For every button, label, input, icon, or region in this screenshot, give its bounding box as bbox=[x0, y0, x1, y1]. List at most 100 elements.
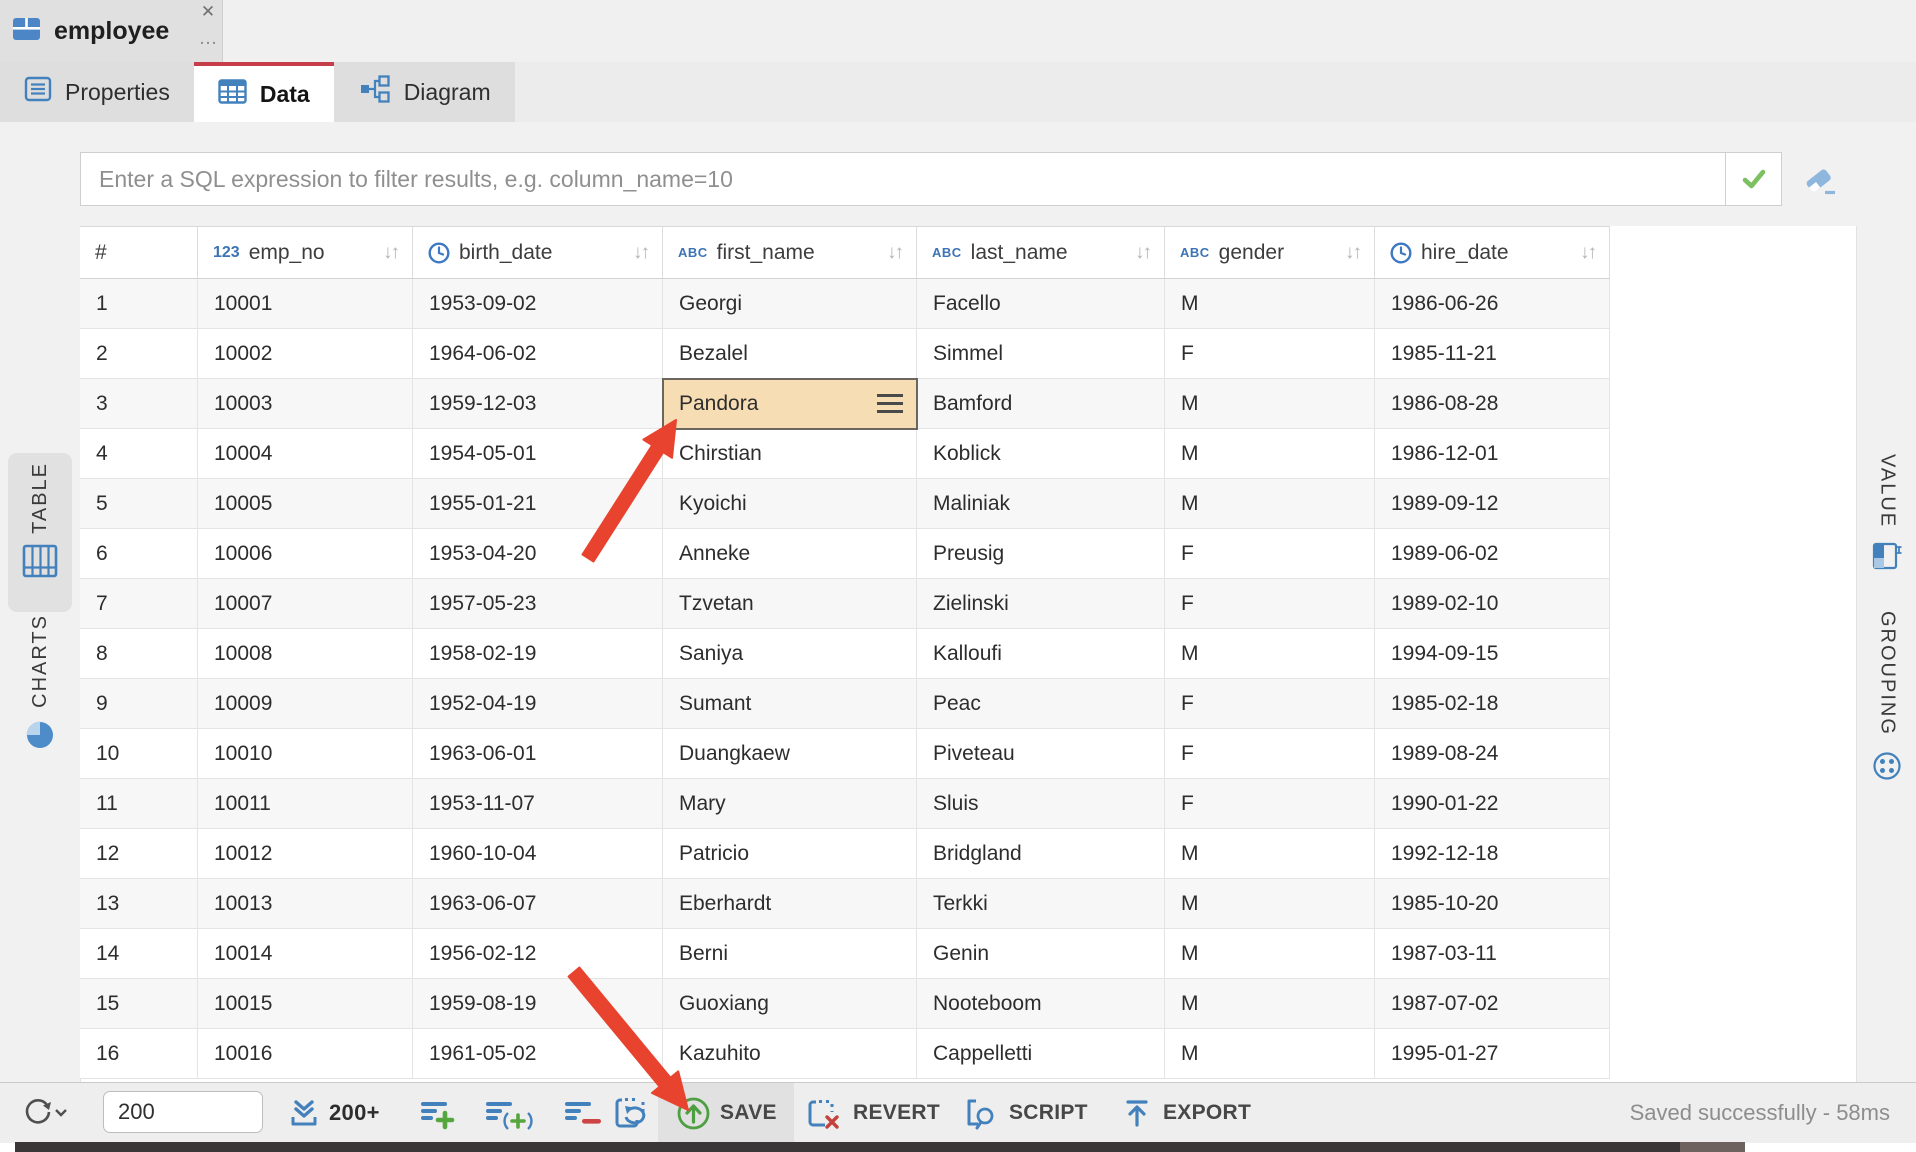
column-header-first-name[interactable]: ABC first_name ↓↑ bbox=[663, 227, 917, 279]
grid-cell[interactable]: 1953-11-07 bbox=[413, 779, 663, 829]
grid-cell[interactable]: 1989-02-10 bbox=[1375, 579, 1610, 629]
grid-cell[interactable]: M bbox=[1165, 429, 1375, 479]
duplicate-row-button[interactable] bbox=[483, 1083, 535, 1143]
grid-cell[interactable]: Kyoichi bbox=[663, 479, 917, 529]
grid-cell[interactable]: 1985-10-20 bbox=[1375, 879, 1610, 929]
grid-cell[interactable]: Bridgland bbox=[917, 829, 1165, 879]
grid-cell[interactable]: 10005 bbox=[198, 479, 413, 529]
grid-cell[interactable]: 1989-06-02 bbox=[1375, 529, 1610, 579]
grid-cell[interactable]: 10006 bbox=[198, 529, 413, 579]
row-number-cell[interactable]: 16 bbox=[80, 1029, 198, 1079]
grid-cell[interactable]: M bbox=[1165, 1029, 1375, 1079]
column-header-birth-date[interactable]: birth_date ↓↑ bbox=[413, 227, 663, 279]
grid-cell[interactable]: 1964-06-02 bbox=[413, 329, 663, 379]
row-number-cell[interactable]: 12 bbox=[80, 829, 198, 879]
grid-cell[interactable]: Anneke bbox=[663, 529, 917, 579]
grid-cell[interactable]: 1990-01-22 bbox=[1375, 779, 1610, 829]
grid-cell[interactable]: Facello bbox=[917, 279, 1165, 329]
grid-cell[interactable]: Eberhardt bbox=[663, 879, 917, 929]
row-number-cell[interactable]: 7 bbox=[80, 579, 198, 629]
grid-cell[interactable]: 10009 bbox=[198, 679, 413, 729]
grid-cell[interactable]: 10001 bbox=[198, 279, 413, 329]
grid-cell[interactable]: Koblick bbox=[917, 429, 1165, 479]
grid-cell[interactable]: Peac bbox=[917, 679, 1165, 729]
sort-icon[interactable]: ↓↑ bbox=[383, 242, 398, 264]
sort-icon[interactable]: ↓↑ bbox=[1135, 242, 1150, 264]
grid-cell[interactable]: 10016 bbox=[198, 1029, 413, 1079]
grid-cell[interactable]: 1986-08-28 bbox=[1375, 379, 1610, 429]
grid-cell[interactable]: 1989-09-12 bbox=[1375, 479, 1610, 529]
grid-cell[interactable]: Chirstian bbox=[663, 429, 917, 479]
grid-cell[interactable]: Duangkaew bbox=[663, 729, 917, 779]
grid-cell[interactable]: M bbox=[1165, 379, 1375, 429]
editor-tab-employee[interactable]: employee ✕ … bbox=[0, 0, 223, 62]
row-number-cell[interactable]: 2 bbox=[80, 329, 198, 379]
row-number-cell[interactable]: 4 bbox=[80, 429, 198, 479]
grid-cell[interactable]: 10014 bbox=[198, 929, 413, 979]
grid-cell[interactable]: 10011 bbox=[198, 779, 413, 829]
grid-cell[interactable]: M bbox=[1165, 879, 1375, 929]
grid-cell[interactable]: Preusig bbox=[917, 529, 1165, 579]
grid-cell[interactable]: Berni bbox=[663, 929, 917, 979]
grid-cell[interactable]: Piveteau bbox=[917, 729, 1165, 779]
grid-cell[interactable]: M bbox=[1165, 929, 1375, 979]
grid-cell[interactable]: Bezalel bbox=[663, 329, 917, 379]
grid-cell[interactable]: 1987-03-11 bbox=[1375, 929, 1610, 979]
presentation-tab-table[interactable]: TABLE bbox=[8, 453, 72, 612]
delete-row-button[interactable] bbox=[562, 1083, 604, 1143]
grid-cell[interactable]: Georgi bbox=[663, 279, 917, 329]
column-header-hire-date[interactable]: hire_date ↓↑ bbox=[1375, 227, 1610, 279]
grid-cell[interactable]: 1955-01-21 bbox=[413, 479, 663, 529]
cell-menu-icon[interactable] bbox=[877, 394, 903, 413]
grid-cell[interactable]: Sluis bbox=[917, 779, 1165, 829]
grid-cell[interactable]: M bbox=[1165, 479, 1375, 529]
sort-icon[interactable]: ↓↑ bbox=[1580, 242, 1595, 264]
grid-cell[interactable]: Kazuhito bbox=[663, 1029, 917, 1079]
grid-cell[interactable]: 10008 bbox=[198, 629, 413, 679]
column-header-gender[interactable]: ABC gender ↓↑ bbox=[1165, 227, 1375, 279]
grid-cell[interactable]: 10013 bbox=[198, 879, 413, 929]
grid-cell[interactable]: 10010 bbox=[198, 729, 413, 779]
grid-cell[interactable]: Kalloufi bbox=[917, 629, 1165, 679]
grid-cell[interactable]: Genin bbox=[917, 929, 1165, 979]
grid-cell[interactable]: 1985-02-18 bbox=[1375, 679, 1610, 729]
grid-cell[interactable]: Mary bbox=[663, 779, 917, 829]
tab-diagram[interactable]: Diagram bbox=[334, 62, 515, 122]
close-icon[interactable]: ✕ bbox=[196, 1, 220, 23]
grid-cell[interactable]: Guoxiang bbox=[663, 979, 917, 1029]
revert-button[interactable]: REVERT bbox=[806, 1083, 940, 1143]
clear-filter-button[interactable] bbox=[1798, 158, 1842, 202]
grid-cell[interactable]: M bbox=[1165, 829, 1375, 879]
grid-cell[interactable]: Tzvetan bbox=[663, 579, 917, 629]
add-row-button[interactable] bbox=[418, 1083, 458, 1143]
grid-cell[interactable]: 1986-12-01 bbox=[1375, 429, 1610, 479]
grid-cell[interactable]: 10007 bbox=[198, 579, 413, 629]
grid-cell[interactable]: 1954-05-01 bbox=[413, 429, 663, 479]
grid-cell[interactable]: 1952-04-19 bbox=[413, 679, 663, 729]
sort-icon[interactable]: ↓↑ bbox=[633, 242, 648, 264]
grid-cell[interactable]: Pandora bbox=[663, 379, 917, 429]
grid-cell[interactable]: 1995-01-27 bbox=[1375, 1029, 1610, 1079]
grid-cell[interactable]: Maliniak bbox=[917, 479, 1165, 529]
grid-cell[interactable]: 1985-11-21 bbox=[1375, 329, 1610, 379]
column-header-last-name[interactable]: ABC last_name ↓↑ bbox=[917, 227, 1165, 279]
tab-data[interactable]: Data bbox=[194, 62, 334, 122]
grid-cell[interactable]: 1957-05-23 bbox=[413, 579, 663, 629]
grid-cell[interactable]: 1959-12-03 bbox=[413, 379, 663, 429]
tab-overflow-icon[interactable]: … bbox=[196, 34, 220, 54]
column-header-emp-no[interactable]: 123 emp_no ↓↑ bbox=[198, 227, 413, 279]
apply-filter-button[interactable] bbox=[1726, 152, 1782, 206]
grid-cell[interactable]: Patricio bbox=[663, 829, 917, 879]
grid-cell[interactable]: 1953-09-02 bbox=[413, 279, 663, 329]
grid-cell[interactable]: Cappelletti bbox=[917, 1029, 1165, 1079]
grid-cell[interactable]: Terkki bbox=[917, 879, 1165, 929]
script-button[interactable]: SCRIPT bbox=[962, 1083, 1088, 1143]
grid-cell[interactable]: 1961-05-02 bbox=[413, 1029, 663, 1079]
grid-cell[interactable]: 1986-06-26 bbox=[1375, 279, 1610, 329]
sql-filter-input[interactable] bbox=[80, 152, 1726, 206]
grid-cell[interactable]: 1963-06-07 bbox=[413, 879, 663, 929]
grid-cell[interactable]: F bbox=[1165, 329, 1375, 379]
save-button[interactable]: SAVE bbox=[676, 1083, 777, 1143]
fetch-size-input[interactable] bbox=[103, 1091, 263, 1133]
row-number-cell[interactable]: 15 bbox=[80, 979, 198, 1029]
